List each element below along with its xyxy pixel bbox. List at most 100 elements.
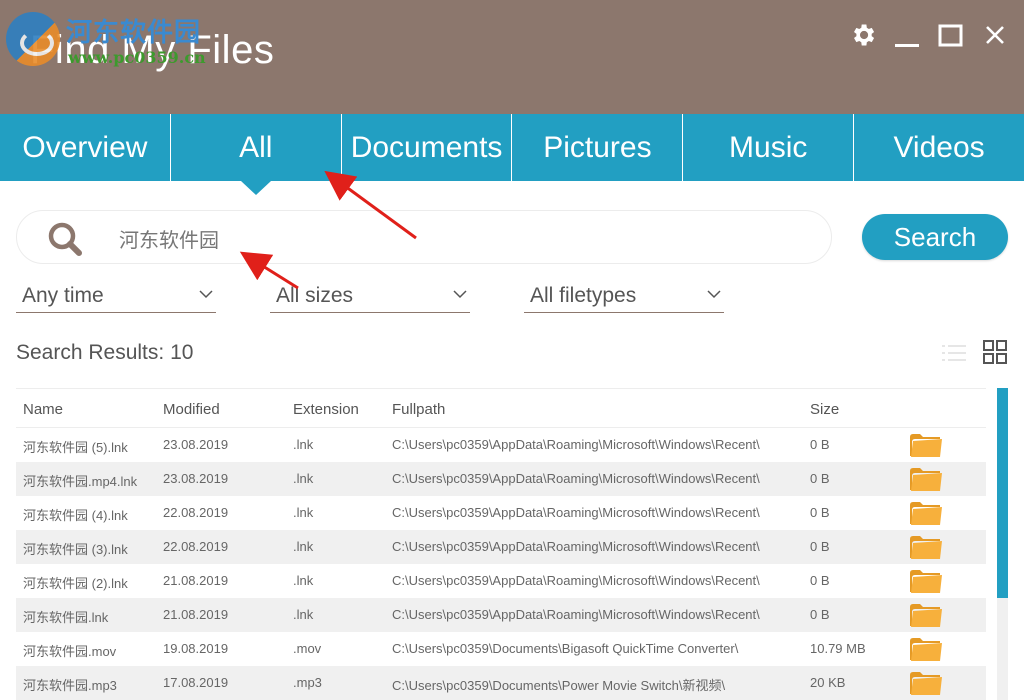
open-folder-icon[interactable] [909, 569, 943, 594]
category-tabs: Overview All Documents Pictures Music Vi… [0, 114, 1024, 195]
cell-modified: 22.08.2019 [163, 539, 229, 554]
search-box [16, 210, 832, 264]
open-folder-icon[interactable] [909, 467, 943, 492]
cell-modified: 21.08.2019 [163, 573, 229, 588]
tab-music[interactable]: Music [683, 114, 855, 181]
cell-name: 河东软件园 (2).lnk [23, 576, 128, 591]
results-count: 10 [170, 341, 194, 364]
open-folder-icon[interactable] [909, 671, 943, 696]
table-row[interactable]: 河东软件园.lnk 21.08.2019 .lnk C:\Users\pc0359\A… [16, 598, 986, 632]
cell-extension: .lnk [293, 539, 314, 554]
cell-size: 0 B [810, 437, 830, 452]
cell-modified: 21.08.2019 [163, 607, 229, 622]
cell-name: 河东软件园 (4).lnk [23, 508, 128, 523]
cell-modified: 23.08.2019 [163, 437, 229, 452]
cell-fullpath: C:\Users\pc0359\AppData\Roaming\Microsof… [392, 471, 760, 486]
size-filter-dropdown[interactable]: All sizes [270, 280, 470, 313]
open-folder-icon[interactable] [909, 603, 943, 628]
filetype-filter-dropdown[interactable]: All filetypes [524, 280, 724, 313]
cell-fullpath: C:\Users\pc0359\AppData\Roaming\Microsof… [392, 505, 760, 520]
results-summary: Search Results: 10 [16, 341, 193, 365]
table-row[interactable]: 河东软件园 (4).lnk 22.08.2019 .lnk C:\Users\pc03… [16, 496, 986, 530]
tab-documents[interactable]: Documents [342, 114, 513, 181]
scrollbar-thumb[interactable] [997, 388, 1008, 598]
chevron-down-icon [707, 290, 721, 299]
cell-fullpath: C:\Users\pc0359\Documents\Bigasoft Quick… [392, 641, 739, 656]
cell-size: 0 B [810, 539, 830, 554]
cell-size: 0 B [810, 505, 830, 520]
cell-extension: .lnk [293, 505, 314, 520]
results-table: Name Modified Extension Fullpath Size 河东… [16, 388, 986, 700]
tab-all[interactable]: All [171, 114, 342, 195]
column-header-size[interactable]: Size [810, 401, 839, 418]
cell-size: 0 B [810, 573, 830, 588]
cell-extension: .mov [293, 641, 322, 656]
search-button[interactable]: Search [862, 214, 1008, 260]
column-header-name[interactable]: Name [23, 401, 63, 418]
table-row[interactable]: 河东软件园.mp4.lnk 23.08.2019 .lnk C:\Users\pc03… [16, 462, 986, 496]
cell-modified: 22.08.2019 [163, 505, 229, 520]
time-filter-dropdown[interactable]: Any time [16, 280, 216, 313]
tab-pictures[interactable]: Pictures [512, 114, 684, 181]
maximize-button[interactable] [936, 20, 966, 50]
table-row[interactable]: 河东软件园 (5).lnk 23.08.2019 .lnk C:\Users\pc03… [16, 428, 986, 462]
cell-modified: 17.08.2019 [163, 675, 229, 690]
tab-overview[interactable]: Overview [0, 114, 171, 181]
cell-name: 河东软件园.mp4.lnk [23, 474, 138, 489]
cell-name: 河东软件园.lnk [23, 610, 109, 625]
cell-extension: .lnk [293, 607, 314, 622]
table-row[interactable]: 河东软件园.mp3 17.08.2019 .mp3 C:\Users\pc0359\D… [16, 666, 986, 700]
column-header-extension[interactable]: Extension [293, 401, 359, 418]
cell-modified: 23.08.2019 [163, 471, 229, 486]
close-icon [986, 26, 1004, 44]
cell-size: 10.79 MB [810, 641, 866, 656]
cell-fullpath: C:\Users\pc0359\AppData\Roaming\Microsof… [392, 437, 760, 452]
results-label: Search Results: [16, 341, 165, 364]
cell-fullpath: C:\Users\pc0359\AppData\Roaming\Microsof… [392, 573, 760, 588]
cell-extension: .lnk [293, 437, 314, 452]
close-button[interactable] [980, 20, 1010, 50]
open-folder-icon[interactable] [909, 501, 943, 526]
chevron-down-icon [199, 290, 213, 299]
cell-extension: .mp3 [293, 675, 322, 690]
title-bar: Find My Files 河东软件园 www.pc0359.cn [0, 0, 1024, 114]
table-header: Name Modified Extension Fullpath Size [16, 388, 986, 428]
cell-size: 0 B [810, 607, 830, 622]
table-row[interactable]: 河东软件园 (2).lnk 21.08.2019 .lnk C:\Users\pc03… [16, 564, 986, 598]
cell-name: 河东软件园.mov [23, 644, 117, 659]
grid-view-icon[interactable] [983, 340, 1007, 364]
cell-name: 河东软件园.mp3 [23, 678, 117, 693]
settings-button[interactable] [848, 20, 878, 50]
cell-fullpath: C:\Users\pc0359\AppData\Roaming\Microsof… [392, 607, 760, 622]
size-filter-value: All sizes [276, 284, 354, 307]
cell-fullpath: C:\Users\pc0359\AppData\Roaming\Microsof… [392, 539, 760, 554]
time-filter-value: Any time [22, 284, 104, 307]
gear-icon [854, 24, 875, 46]
cell-size: 20 KB [810, 675, 846, 690]
tab-videos[interactable]: Videos [854, 114, 1024, 181]
list-view-icon[interactable] [942, 342, 966, 364]
column-header-fullpath[interactable]: Fullpath [392, 401, 445, 418]
cell-size: 0 B [810, 471, 830, 486]
chevron-down-icon [453, 290, 467, 299]
window-controls [848, 20, 1010, 50]
minimize-icon [895, 44, 919, 47]
cell-fullpath: C:\Users\pc0359\Documents\Power Movie Sw… [392, 678, 726, 693]
search-input[interactable] [119, 221, 799, 255]
minimize-button[interactable] [892, 20, 922, 50]
table-row[interactable]: 河东软件园.mov 19.08.2019 .mov C:\Users\pc0359\D… [16, 632, 986, 666]
app-title: Find My Files [30, 28, 275, 72]
cell-extension: .lnk [293, 573, 314, 588]
open-folder-icon[interactable] [909, 535, 943, 560]
filetype-filter-value: All filetypes [530, 284, 637, 307]
cell-modified: 19.08.2019 [163, 641, 229, 656]
maximize-icon [938, 24, 963, 47]
cell-extension: .lnk [293, 471, 314, 486]
cell-name: 河东软件园 (5).lnk [23, 440, 128, 455]
table-row[interactable]: 河东软件园 (3).lnk 22.08.2019 .lnk C:\Users\pc03… [16, 530, 986, 564]
table-body: 河东软件园 (5).lnk 23.08.2019 .lnk C:\Users\pc03… [16, 428, 986, 700]
open-folder-icon[interactable] [909, 637, 943, 662]
column-header-modified[interactable]: Modified [163, 401, 220, 418]
open-folder-icon[interactable] [909, 433, 943, 458]
cell-name: 河东软件园 (3).lnk [23, 542, 128, 557]
